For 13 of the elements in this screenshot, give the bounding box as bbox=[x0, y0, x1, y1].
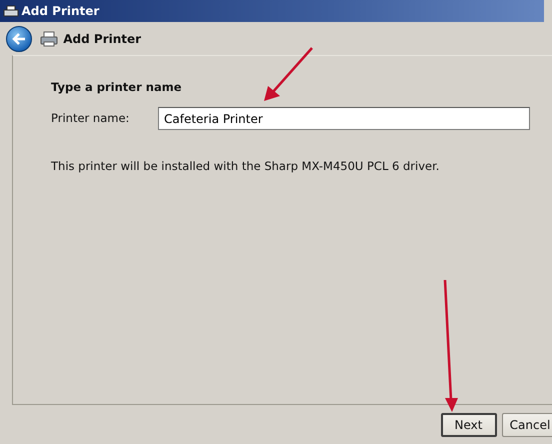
driver-note: This printer will be installed with the Sharp MX-M450U PCL 6 driver. bbox=[51, 158, 440, 175]
cancel-button[interactable]: Cancel bbox=[502, 413, 552, 437]
header-title: Add Printer bbox=[63, 30, 142, 48]
window-title: Add Printer bbox=[22, 3, 100, 20]
printer-icon bbox=[40, 30, 58, 46]
back-arrow-icon bbox=[12, 32, 26, 44]
printer-icon bbox=[2, 4, 19, 18]
annotation-arrow bbox=[264, 47, 313, 101]
next-button[interactable]: Next bbox=[440, 413, 496, 437]
section-heading: Type a printer name bbox=[51, 78, 183, 96]
back-button[interactable] bbox=[6, 26, 32, 52]
printer-name-field[interactable]: Cafeteria Printer bbox=[158, 107, 530, 130]
field-label: Printer name: bbox=[51, 110, 130, 127]
